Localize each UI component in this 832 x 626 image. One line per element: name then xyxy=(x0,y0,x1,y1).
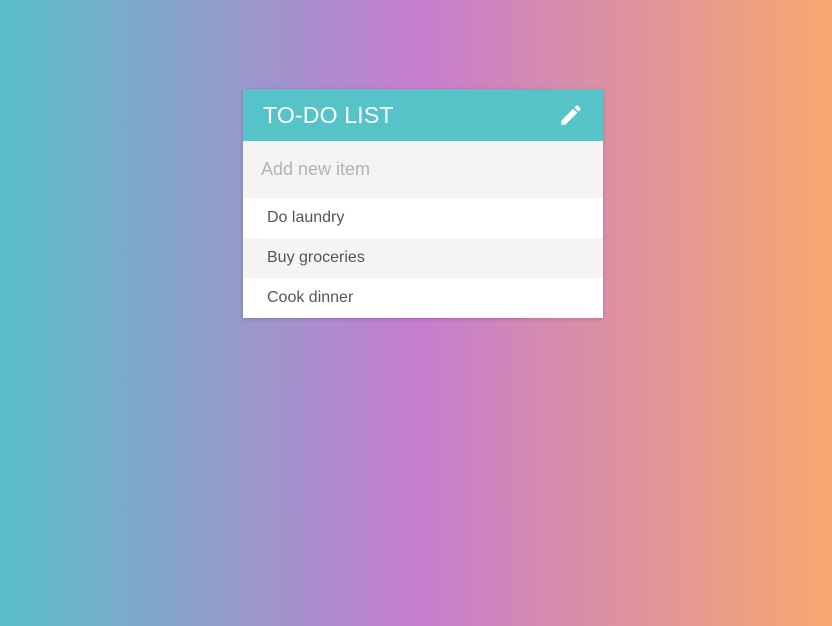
todo-card: TO-DO LIST Do laundry Buy groceries Cook… xyxy=(243,89,603,318)
list-item[interactable]: Cook dinner xyxy=(243,278,603,318)
pencil-icon xyxy=(561,105,581,125)
list-item-label: Buy groceries xyxy=(267,249,365,266)
page-title: TO-DO LIST xyxy=(263,101,394,128)
list-item-label: Cook dinner xyxy=(267,289,354,306)
edit-button[interactable] xyxy=(558,102,584,128)
add-item-input[interactable] xyxy=(243,141,603,198)
card-header: TO-DO LIST xyxy=(243,89,603,141)
list-item-label: Do laundry xyxy=(267,209,345,226)
list-item[interactable]: Buy groceries xyxy=(243,238,603,278)
todo-list: Do laundry Buy groceries Cook dinner xyxy=(243,198,603,318)
list-item[interactable]: Do laundry xyxy=(243,198,603,238)
